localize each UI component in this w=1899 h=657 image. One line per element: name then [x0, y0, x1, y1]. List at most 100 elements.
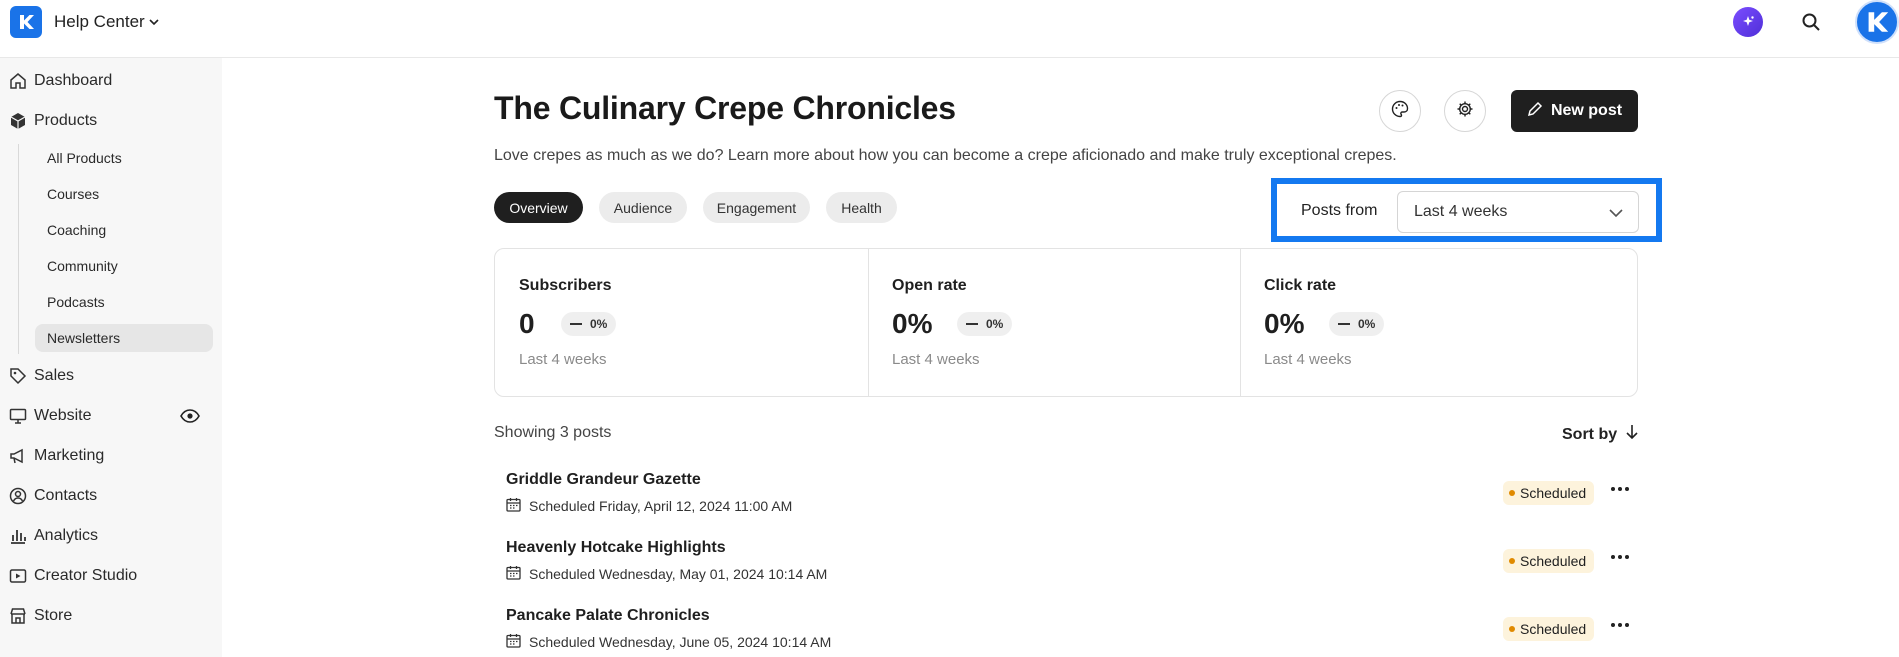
more-options-icon[interactable]: [1606, 475, 1634, 503]
sidebar-subitem-courses[interactable]: Courses: [35, 180, 213, 208]
sort-by-label: Sort by: [1562, 425, 1618, 443]
sidebar-item-creator-studio[interactable]: Creator Studio: [0, 561, 222, 591]
stat-title-click-rate: Click rate: [1264, 277, 1337, 294]
posts-from-value: Last 4 weeks: [1414, 203, 1508, 220]
sidebar-item-contacts[interactable]: Contacts: [0, 481, 222, 511]
post-schedule-text: Scheduled Friday, April 12, 2024 11:00 A…: [529, 498, 793, 514]
sidebar-item-label: Contacts: [34, 487, 98, 504]
top-bar: Help Center: [0, 0, 1899, 58]
list-item: Griddle Grandeur Gazette Scheduled Frida…: [506, 471, 1636, 527]
palette-button[interactable]: [1379, 90, 1421, 132]
chevron-down-icon: [149, 17, 159, 29]
submenu-divider: [18, 144, 19, 354]
settings-button[interactable]: [1444, 90, 1486, 132]
arrow-down-icon: [1625, 424, 1639, 445]
calendar-icon: [506, 497, 521, 515]
stat-change: 0%: [590, 317, 608, 331]
stat-change: 0%: [1358, 317, 1376, 331]
tab-audience[interactable]: Audience: [599, 192, 687, 223]
sidebar-item-label: Dashboard: [34, 72, 113, 89]
sort-by-button[interactable]: Sort by: [1562, 424, 1639, 445]
monitor-icon: [9, 407, 27, 425]
stat-value-open-rate: 0%: [892, 308, 933, 339]
stat-title-subscribers: Subscribers: [519, 277, 612, 294]
page-title: The Culinary Crepe Chronicles: [494, 90, 956, 126]
post-schedule: Scheduled Friday, April 12, 2024 11:00 A…: [506, 497, 792, 515]
studio-icon: [9, 567, 27, 585]
status-dot: [1509, 490, 1515, 496]
new-post-button[interactable]: New post: [1511, 90, 1638, 132]
sidebar-item-marketing[interactable]: Marketing: [0, 441, 222, 471]
stats-panel: Subscribers 0 0% Last 4 weeks Open rate …: [494, 248, 1638, 397]
post-count: Showing 3 posts: [494, 424, 612, 441]
sidebar-item-store[interactable]: Store: [0, 601, 222, 631]
user-avatar[interactable]: [1855, 0, 1899, 44]
kajabi-logo-icon[interactable]: [10, 6, 42, 38]
tab-overview[interactable]: Overview: [494, 192, 583, 223]
pencil-icon: [1527, 101, 1543, 122]
post-schedule-text: Scheduled Wednesday, May 01, 2024 10:14 …: [529, 566, 828, 582]
search-icon[interactable]: [1797, 8, 1825, 36]
sidebar-item-label: Marketing: [34, 447, 105, 464]
stat-change-badge: 0%: [957, 312, 1013, 336]
sidebar-item-website[interactable]: Website: [0, 401, 222, 431]
dash-icon: [1338, 323, 1350, 325]
sidebar-item-label: Sales: [34, 367, 75, 384]
sidebar: Dashboard Products All Products Courses …: [0, 58, 222, 657]
calendar-icon: [506, 633, 521, 651]
more-options-icon[interactable]: [1606, 543, 1634, 571]
sidebar-item-sales[interactable]: Sales: [0, 361, 222, 391]
chevron-down-icon: [1608, 206, 1624, 218]
post-title[interactable]: Heavenly Hotcake Highlights: [506, 539, 726, 557]
status-dot: [1509, 558, 1515, 564]
post-schedule: Scheduled Wednesday, May 01, 2024 10:14 …: [506, 565, 827, 583]
sidebar-subitem-community[interactable]: Community: [35, 252, 213, 280]
stat-change-badge: 0%: [1329, 312, 1385, 336]
sidebar-subitem-all-products[interactable]: All Products: [35, 144, 213, 172]
posts-from-select[interactable]: Last 4 weeks: [1397, 191, 1639, 233]
stat-change-badge: 0%: [561, 312, 617, 336]
post-schedule-text: Scheduled Wednesday, June 05, 2024 10:14…: [529, 634, 832, 650]
status-label: Scheduled: [1520, 553, 1587, 569]
home-icon: [9, 72, 27, 90]
sidebar-subitem-podcasts[interactable]: Podcasts: [35, 288, 213, 316]
page-description: Love crepes as much as we do? Learn more…: [494, 147, 1397, 164]
stats-divider: [868, 249, 869, 396]
store-icon: [9, 607, 27, 625]
bar-chart-icon: [9, 527, 27, 545]
stat-period: Last 4 weeks: [892, 351, 980, 368]
sidebar-subitem-newsletters[interactable]: Newsletters: [35, 324, 213, 352]
sidebar-item-dashboard[interactable]: Dashboard: [0, 66, 222, 96]
megaphone-icon: [9, 447, 27, 465]
status-dot: [1509, 626, 1515, 632]
list-item: Heavenly Hotcake Highlights Scheduled We…: [506, 539, 1636, 595]
stat-value-subscribers: 0: [519, 308, 535, 339]
sidebar-item-products[interactable]: Products: [0, 106, 222, 136]
tab-health[interactable]: Health: [826, 192, 897, 223]
sidebar-item-label: Store: [34, 607, 73, 624]
more-options-icon[interactable]: [1606, 611, 1634, 639]
stat-period: Last 4 weeks: [1264, 351, 1352, 368]
tab-engagement[interactable]: Engagement: [703, 192, 810, 223]
post-title[interactable]: Pancake Palate Chronicles: [506, 607, 710, 625]
stat-change: 0%: [986, 317, 1004, 331]
calendar-icon: [506, 565, 521, 583]
sidebar-item-analytics[interactable]: Analytics: [0, 521, 222, 551]
sidebar-item-label: Creator Studio: [34, 567, 138, 584]
site-name: Help Center: [54, 12, 145, 31]
ai-sparkle-icon[interactable]: [1733, 7, 1763, 37]
site-switcher[interactable]: Help Center: [54, 12, 159, 32]
status-badge: Scheduled: [1503, 481, 1595, 505]
box-icon: [9, 112, 27, 130]
list-item: Pancake Palate Chronicles Scheduled Wedn…: [506, 607, 1636, 657]
status-label: Scheduled: [1520, 621, 1587, 637]
gear-icon: [1456, 100, 1474, 123]
post-title[interactable]: Griddle Grandeur Gazette: [506, 471, 701, 489]
sidebar-subitem-coaching[interactable]: Coaching: [35, 216, 213, 244]
status-badge: Scheduled: [1503, 617, 1595, 641]
sidebar-item-label: Website: [34, 407, 92, 424]
eye-icon[interactable]: [180, 407, 200, 425]
post-schedule: Scheduled Wednesday, June 05, 2024 10:14…: [506, 633, 831, 651]
palette-icon: [1391, 100, 1409, 123]
tag-icon: [9, 367, 27, 385]
